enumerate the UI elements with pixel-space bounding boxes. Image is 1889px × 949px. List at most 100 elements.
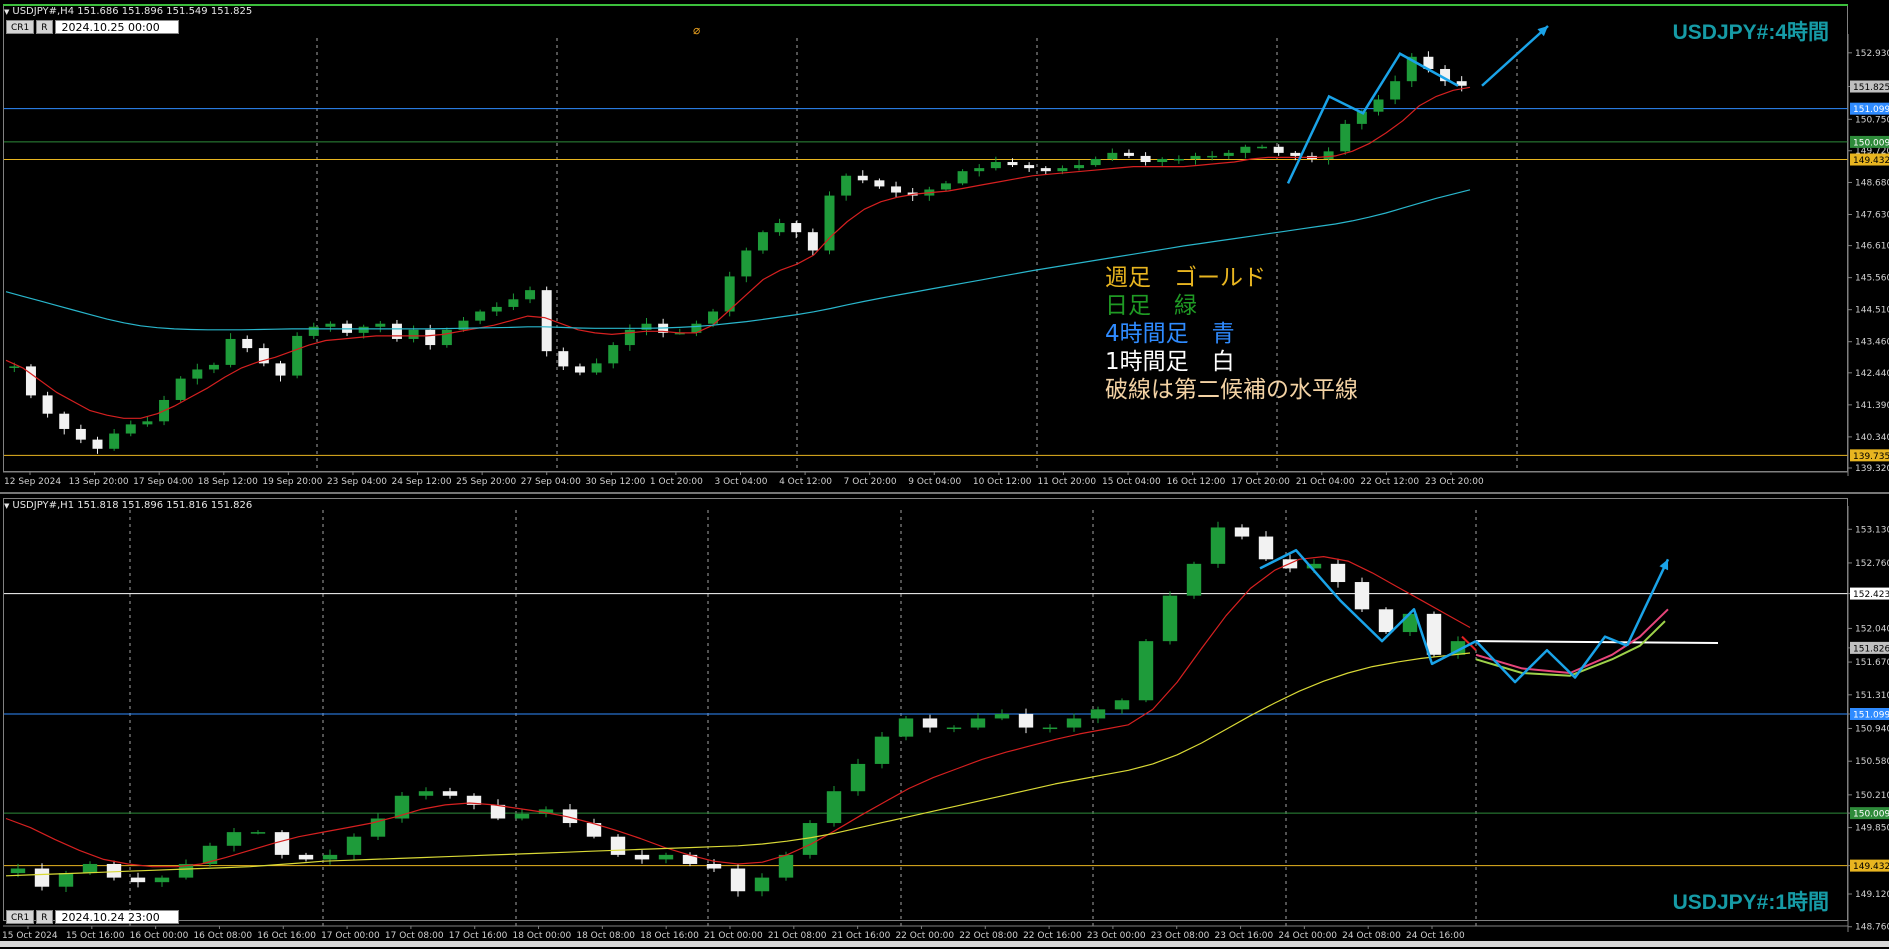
candle-body <box>490 804 506 819</box>
x-tick-label: 17 Sep 04:00 <box>133 477 193 487</box>
candle-body <box>874 180 885 187</box>
candle-body <box>125 424 136 434</box>
candle-body <box>891 186 902 193</box>
moving-average-yellow <box>5 652 1471 877</box>
candle-body <box>541 290 552 352</box>
candle-body <box>826 791 842 824</box>
candle-body <box>491 306 502 312</box>
candle-body <box>898 718 914 737</box>
candle-body <box>1373 99 1384 112</box>
candle-body <box>325 323 336 327</box>
candle-body <box>706 863 722 869</box>
candle-body <box>574 366 585 373</box>
y-tick-label: 152.930 <box>1855 49 1889 59</box>
x-tick-label: 18 Oct 16:00 <box>640 931 699 941</box>
candle-body <box>1258 536 1274 560</box>
moving-average-red <box>5 86 1471 419</box>
candle-body <box>1107 152 1118 159</box>
x-tick-label: 19 Sep 20:00 <box>262 477 322 487</box>
y-tick-label: 141.390 <box>1855 401 1889 411</box>
candle-body <box>9 366 20 368</box>
x-tick-label: 15 Oct 04:00 <box>1102 477 1161 487</box>
x-tick-label: 17 Oct 08:00 <box>385 931 444 941</box>
x-tick-label: 23 Oct 16:00 <box>1215 931 1274 941</box>
orange-marker-icon: ⌀ <box>693 23 700 37</box>
x-tick-label: 24 Oct 16:00 <box>1406 931 1465 941</box>
y-tick-label: 148.760 <box>1855 923 1889 933</box>
x-tick-label: 23 Oct 20:00 <box>1425 477 1484 487</box>
h4-chart-panel[interactable]: ▼ USDJPY#,H4 151.686 151.896 151.549 151.… <box>0 0 1889 492</box>
y-tick-label: 139.320 <box>1855 464 1889 474</box>
candle-body <box>1323 151 1334 159</box>
x-tick-label: 25 Sep 20:00 <box>456 477 516 487</box>
x-tick-label: 12 Sep 2024 <box>4 477 61 487</box>
candle-body <box>757 232 768 251</box>
candle-body <box>274 832 290 855</box>
candle-body <box>275 363 286 376</box>
candle-body <box>850 763 866 792</box>
candle-body <box>59 413 70 429</box>
h1-chart-svg[interactable]: 153.130 152.760 152.423 152.040 151.826 151.6… <box>0 494 1889 949</box>
candle-body <box>1257 146 1268 149</box>
price-badge-label: 151.099 <box>1853 105 1889 115</box>
x-tick-label: 9 Oct 04:00 <box>908 477 961 487</box>
candle-body <box>990 162 1001 169</box>
candle-body <box>1330 563 1346 583</box>
candle-body <box>1223 152 1234 156</box>
candle-body <box>658 854 674 860</box>
chart-tab-strip[interactable] <box>0 941 1889 947</box>
candle-body <box>208 364 219 370</box>
candle-body <box>425 329 436 346</box>
x-tick-label: 10 Oct 12:00 <box>973 477 1032 487</box>
candle-body <box>1157 158 1168 163</box>
candle-body <box>1114 700 1130 710</box>
candle-body <box>1066 718 1082 728</box>
x-tick-label: 18 Oct 00:00 <box>513 931 572 941</box>
x-tick-label: 7 Oct 20:00 <box>844 477 897 487</box>
candle-body <box>807 232 818 251</box>
candle-body <box>10 868 26 874</box>
candle-body <box>970 718 986 728</box>
x-tick-label: 16 Oct 00:00 <box>130 931 189 941</box>
candle-body <box>1378 609 1394 633</box>
x-tick-label: 15 Oct 2024 <box>2 931 58 941</box>
candle-body <box>42 395 53 414</box>
candle-body <box>946 727 962 730</box>
y-tick-label: 147.630 <box>1855 210 1889 220</box>
x-tick-label: 21 Oct 08:00 <box>768 931 827 941</box>
y-tick-label: 142.440 <box>1855 369 1889 379</box>
x-tick-label: 21 Oct 16:00 <box>832 931 891 941</box>
candle-body <box>741 250 752 277</box>
candle-body <box>358 326 369 333</box>
candle-body <box>75 428 86 440</box>
candle-body <box>1042 727 1058 730</box>
candle-body <box>298 854 314 860</box>
candle-body <box>408 329 419 339</box>
candle-body <box>442 791 458 796</box>
candle-body <box>558 351 569 367</box>
h4-chart-svg[interactable]: 152.930151.825150.750149.720148.680147.6… <box>0 0 1889 492</box>
x-tick-label: 21 Oct 00:00 <box>704 931 763 941</box>
candle-body <box>974 168 985 172</box>
candle-body <box>322 854 338 860</box>
y-tick-label: 150.210 <box>1855 791 1889 801</box>
candle-body <box>730 868 746 892</box>
candle-body <box>418 791 434 796</box>
candle-body <box>250 832 266 834</box>
h1-chart-panel[interactable]: ▼ USDJPY#,H1 151.818 151.896 151.816 151.… <box>0 492 1889 949</box>
candle-body <box>1190 155 1201 159</box>
candle-body <box>106 863 122 878</box>
candle-body <box>1123 152 1134 156</box>
candle-body <box>994 713 1010 719</box>
h4-drawn-path <box>1286 52 1459 184</box>
candle-body <box>857 175 868 181</box>
x-tick-label: 22 Oct 16:00 <box>1023 931 1082 941</box>
price-badge-label: 151.826 <box>1853 644 1889 654</box>
candle-body <box>791 223 802 233</box>
x-tick-label: 22 Oct 08:00 <box>959 931 1018 941</box>
x-tick-label: 22 Oct 00:00 <box>895 931 954 941</box>
candle-body <box>342 323 353 333</box>
candle-body <box>1426 613 1442 655</box>
y-tick-label: 151.310 <box>1855 691 1889 701</box>
candle-body <box>142 421 153 425</box>
